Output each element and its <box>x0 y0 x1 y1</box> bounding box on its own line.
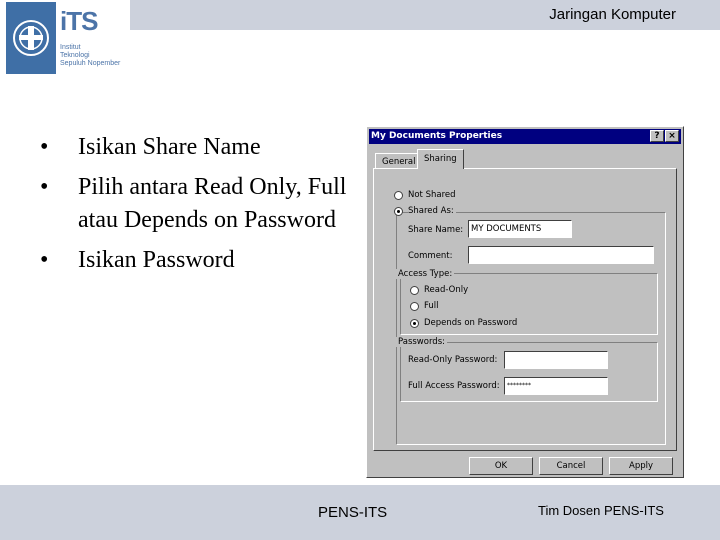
footer-right-text: Tim Dosen PENS-ITS <box>538 503 664 518</box>
not-shared-label: Not Shared <box>408 190 456 200</box>
dialog-title: My Documents Properties <box>371 131 503 141</box>
tab-general[interactable]: General <box>375 153 423 169</box>
passwords-label: Passwords: <box>396 337 447 347</box>
access-type-label: Access Type: <box>396 269 455 279</box>
depends-on-password-radio[interactable] <box>410 319 419 328</box>
bullet-item: Isikan Share Name <box>40 131 360 164</box>
apply-button[interactable]: Apply <box>609 457 673 475</box>
logo-line-2: Teknologi <box>60 52 90 59</box>
dialog-titlebar[interactable]: My Documents Properties ? × <box>369 129 681 144</box>
sharing-panel: Not Shared Shared As: Share Name: MY DOC… <box>373 168 677 451</box>
full-access-password-label: Full Access Password: <box>408 381 500 391</box>
bullet-item: Isikan Password <box>40 244 360 277</box>
bullet-item: Pilih antara Read Only, Full atau Depend… <box>40 171 360 237</box>
its-logo: iTS Institut Teknologi Sepuluh Nopember <box>6 2 131 74</box>
read-only-label: Read-Only <box>424 285 469 295</box>
tab-sharing[interactable]: Sharing <box>417 149 464 169</box>
read-only-password-input[interactable] <box>504 351 608 369</box>
read-only-password-label: Read-Only Password: <box>408 355 498 365</box>
ok-button[interactable]: OK <box>469 457 533 475</box>
shared-as-label: Shared As: <box>408 206 456 216</box>
depends-on-password-label: Depends on Password <box>424 318 518 328</box>
share-name-input[interactable]: MY DOCUMENTS <box>468 220 572 238</box>
header-title: Jaringan Komputer <box>549 6 676 23</box>
logo-emblem <box>6 2 56 74</box>
full-access-password-input[interactable]: ******** <box>504 377 608 395</box>
not-shared-radio[interactable] <box>394 191 403 200</box>
footer-bar: PENS-ITS Tim Dosen PENS-ITS <box>0 485 720 540</box>
read-only-radio[interactable] <box>410 286 419 295</box>
bullet-list: Isikan Share Name Pilih antara Read Only… <box>40 131 360 284</box>
full-label: Full <box>424 301 439 311</box>
comment-input[interactable] <box>468 246 654 264</box>
share-name-label: Share Name: <box>408 225 464 235</box>
shared-as-radio[interactable] <box>394 207 403 216</box>
footer-center-text: PENS-ITS <box>318 504 388 521</box>
close-button[interactable]: × <box>665 130 679 142</box>
header-bar: Jaringan Komputer <box>130 0 720 30</box>
cancel-button[interactable]: Cancel <box>539 457 603 475</box>
logo-line-3: Sepuluh Nopember <box>60 60 121 67</box>
comment-label: Comment: <box>408 251 453 261</box>
properties-dialog: My Documents Properties ? × General Shar… <box>366 126 684 478</box>
logo-line-1: Institut <box>60 44 81 51</box>
logo-word: iTS <box>60 6 98 36</box>
full-radio[interactable] <box>410 302 419 311</box>
help-button[interactable]: ? <box>650 130 664 142</box>
